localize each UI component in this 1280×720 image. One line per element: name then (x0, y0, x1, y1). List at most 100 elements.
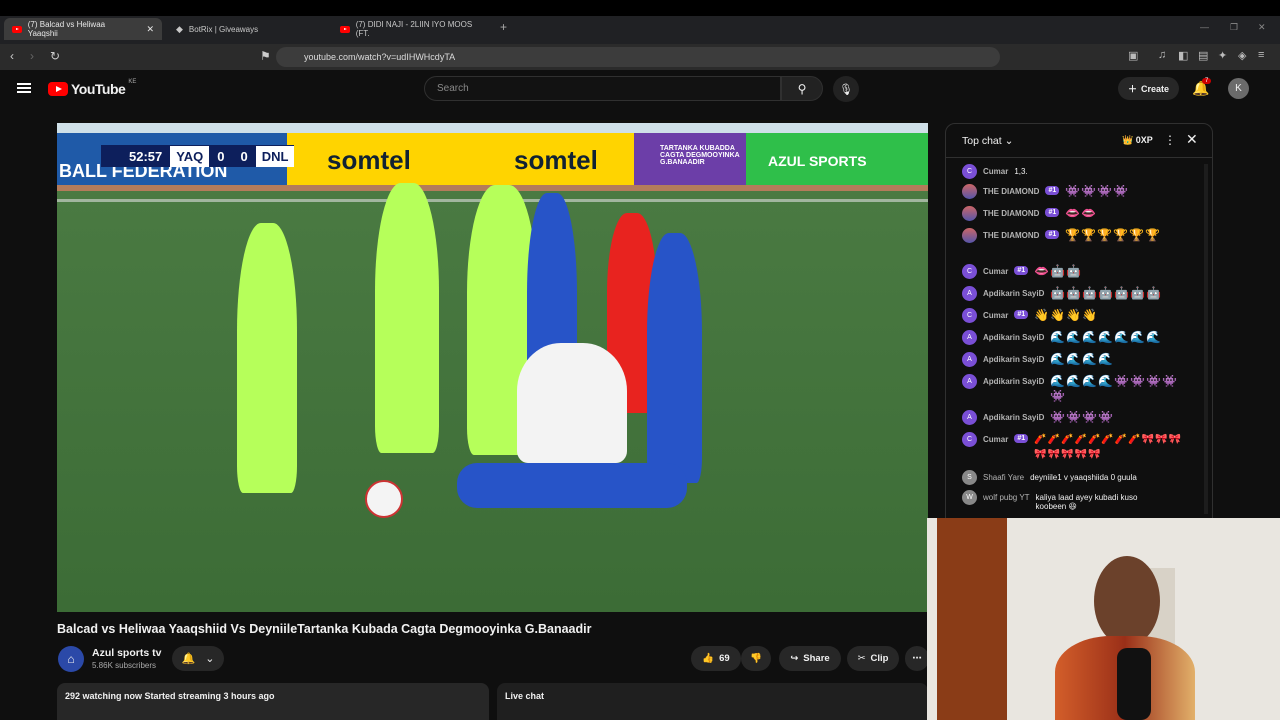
chat-scrollbar[interactable] (1204, 164, 1208, 514)
player-figure (237, 223, 297, 493)
close-chat-icon[interactable]: ✕ (1186, 131, 1198, 148)
subscriber-count: 5.86K subscribers (92, 661, 157, 670)
chat-emojis: 👄👄 (1065, 206, 1098, 220)
subscription-bell-button[interactable]: 🔔 ⌄ (172, 646, 224, 671)
close-window-icon[interactable]: ✕ (1258, 22, 1266, 33)
description-box[interactable]: 292 watching now Started streaming 3 hou… (57, 683, 489, 720)
search-placeholder: Search (437, 83, 469, 94)
scissors-icon: ✂ (857, 653, 866, 664)
chat-username[interactable]: Apdikarin SayiD (983, 377, 1044, 386)
live-chat-bar[interactable]: Live chat (497, 683, 928, 720)
chat-username[interactable]: Cumar (983, 435, 1008, 444)
sidebar-icon[interactable]: ◧ (1178, 49, 1188, 62)
medic-figure (517, 343, 627, 463)
chat-emojis: 👄🤖🤖 (1034, 264, 1082, 278)
ad-board-azul: AZUL SPORTS (746, 133, 928, 188)
injured-player-figure (457, 463, 687, 508)
chat-username[interactable]: Apdikarin SayiD (983, 289, 1044, 298)
chat-username[interactable]: THE DIAMOND (983, 187, 1039, 196)
channel-name[interactable]: Azul sports tv (92, 647, 161, 659)
maximize-icon[interactable]: ❐ (1230, 22, 1238, 33)
chat-avatar: C (962, 264, 977, 279)
chat-username[interactable]: Apdikarin SayiD (983, 333, 1044, 342)
reload-icon[interactable]: ↻ (50, 49, 60, 63)
video-player[interactable]: BALL FEDERATION somtel somtel TARTANKA K… (57, 123, 928, 612)
shield-icon[interactable]: ◈ (1238, 49, 1246, 62)
search-input[interactable]: Search (424, 76, 781, 101)
chat-avatar: C (962, 308, 977, 323)
notification-count-badge: 7 (1202, 78, 1212, 84)
hamburger-menu-icon[interactable] (17, 83, 31, 93)
more-actions-button[interactable]: ⋯ (905, 646, 929, 671)
home-team: YAQ (170, 145, 210, 167)
scoreboard: 52:57 YAQ 0 0 DNL (101, 145, 295, 167)
tab-1-label: (7) Balcad vs Heliwaa Yaaqshii (27, 20, 106, 38)
rank-badge: #1 (1045, 230, 1060, 239)
ad-text-4: TARTANKA KUBADDA CAGTA DEGMOOYINKA G.BAN… (660, 145, 740, 166)
menu-icon[interactable]: ≡ (1258, 49, 1264, 61)
chat-username[interactable]: Cumar (983, 267, 1008, 276)
ad-text-3: somtel (514, 145, 598, 175)
share-icon: ↪ (790, 653, 799, 664)
chat-message: A Apdikarin SayiD 🤖🤖🤖🤖🤖🤖🤖 (962, 286, 1202, 301)
search-button[interactable]: ⚲ (781, 76, 823, 101)
chat-username[interactable]: Apdikarin SayiD (983, 355, 1044, 364)
bookmark-icon[interactable]: ⚑ (260, 49, 271, 63)
channel-avatar[interactable]: ⌂ (58, 646, 84, 672)
music-icon[interactable]: ♫ (1158, 49, 1166, 61)
like-button[interactable]: 👍 69 (691, 646, 741, 671)
url-field[interactable]: youtube.com/watch?v=udIHWHcdyTA (276, 47, 1000, 67)
chat-avatar: C (962, 164, 977, 179)
chat-username[interactable]: Cumar (983, 167, 1008, 176)
tab-3[interactable]: (7) DIDI NAJI - 2LIIN IYO MOOS (FT. (332, 18, 492, 40)
top-edge (0, 0, 1280, 16)
back-icon[interactable]: ‹ (10, 49, 14, 63)
forward-icon[interactable]: › (30, 49, 34, 63)
xp-value: 0XP (1135, 135, 1153, 145)
chat-message: THE DIAMOND #1 🏆🏆🏆🏆🏆🏆 (962, 228, 1202, 243)
chat-header: Top chat ⌄ 👑 0XP ⋮ ✕ (946, 124, 1212, 158)
rank-badge: #1 (1014, 434, 1029, 443)
chat-avatar: S (962, 470, 977, 485)
dislike-button[interactable]: 👎 (741, 646, 771, 671)
rank-badge: #1 (1045, 186, 1060, 195)
url-text: youtube.com/watch?v=udIHWHcdyTA (304, 52, 456, 62)
clip-button[interactable]: ✂ Clip (847, 646, 899, 671)
chat-message: A Apdikarin SayiD 🌊🌊🌊🌊🌊🌊🌊 (962, 330, 1202, 345)
wallet-icon[interactable]: ▤ (1198, 49, 1208, 62)
player-figure (647, 233, 702, 483)
tab-1[interactable]: (7) Balcad vs Heliwaa Yaaqshii ✕ (4, 18, 162, 40)
chat-username[interactable]: THE DIAMOND (983, 209, 1039, 218)
youtube-logo[interactable]: YouTube KE (48, 79, 136, 97)
top-chat-dropdown[interactable]: Top chat ⌄ (962, 135, 1013, 147)
new-tab-icon[interactable]: + (500, 20, 507, 34)
chevron-down-icon: ⌄ (205, 653, 215, 665)
chat-emojis: 👋👋👋👋 (1034, 308, 1098, 322)
share-button[interactable]: ↪ Share (779, 646, 841, 671)
chat-username[interactable]: THE DIAMOND (983, 231, 1039, 240)
ad-board-somtel-2: somtel (462, 133, 634, 188)
voice-search-button[interactable]: 🎙 (833, 76, 859, 102)
chat-username[interactable]: Shaafi Yare (983, 473, 1024, 482)
chat-username[interactable]: wolf pubg YT (983, 493, 1030, 502)
chat-menu-icon[interactable]: ⋮ (1164, 133, 1176, 147)
tab-2-label: BotRix | Giveaways (188, 24, 259, 34)
chat-emojis: 🧨🧨🧨🧨🧨🧨🧨🧨🎀🎀🎀🎀🎀🎀🎀🎀 (1034, 434, 1183, 460)
live-chat-label: Live chat (505, 691, 545, 701)
away-score: 0 (240, 148, 248, 164)
chat-avatar (962, 206, 977, 221)
extension-icon[interactable]: ▣ (1128, 49, 1138, 62)
account-avatar[interactable]: K (1228, 78, 1249, 99)
ai-icon[interactable]: ✦ (1218, 49, 1227, 62)
tab-close-icon[interactable]: ✕ (146, 24, 154, 35)
youtube-favicon-icon (340, 25, 350, 33)
minimize-icon[interactable]: — (1200, 22, 1209, 32)
clip-label: Clip (870, 653, 889, 664)
create-button[interactable]: ＋ Create (1118, 77, 1180, 100)
chat-username[interactable]: Apdikarin SayiD (983, 413, 1044, 422)
tab-2[interactable]: ◆ BotRix | Giveaways (168, 18, 328, 40)
xp-badge[interactable]: 👑 0XP (1122, 135, 1153, 146)
youtube-play-icon (48, 82, 68, 96)
chat-username[interactable]: Cumar (983, 311, 1008, 320)
chat-text: 1,3. (1014, 167, 1028, 176)
